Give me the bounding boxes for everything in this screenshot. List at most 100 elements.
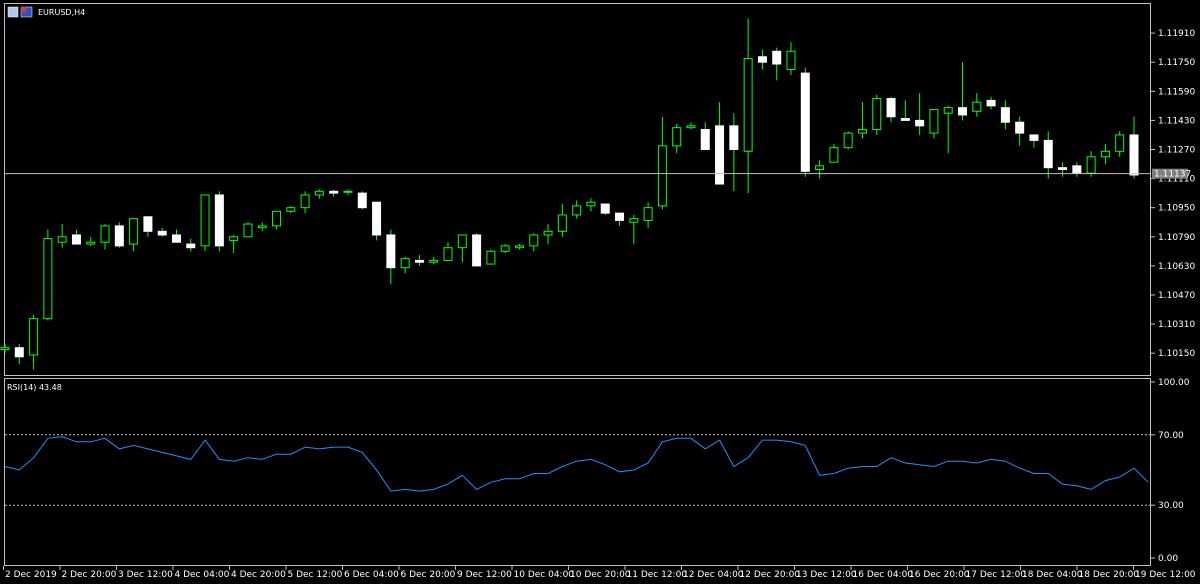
bullish-candle-body	[86, 241, 96, 245]
current-price-label: 1.11137	[1154, 170, 1191, 180]
bullish-candle-body	[586, 201, 596, 207]
bullish-candle-body	[514, 245, 524, 249]
price-tick-label: 1.10630	[1158, 262, 1195, 272]
bullish-candle-body	[486, 250, 496, 265]
bullish-candle-body	[100, 225, 110, 243]
bearish-candle-body	[214, 194, 224, 247]
bullish-candle-body	[272, 210, 282, 227]
time-tick-label: 10 Dec 20:00	[570, 570, 631, 580]
bullish-candle-body	[257, 225, 267, 229]
time-tick-label: 2 Dec 20:00	[62, 570, 117, 580]
bullish-candle-body	[557, 214, 567, 232]
bullish-candle-body	[429, 259, 439, 263]
candle	[114, 222, 124, 248]
candle	[843, 131, 853, 150]
bullish-candle-body	[286, 207, 296, 212]
price-tick-label: 1.10470	[1158, 291, 1195, 301]
bullish-candle-body	[400, 258, 410, 269]
bearish-candle-body	[1043, 139, 1053, 169]
chart-background	[0, 0, 1200, 584]
bullish-candle-body	[43, 238, 53, 320]
bullish-candle-body	[629, 218, 639, 223]
time-tick-label: 10 Dec 04:00	[514, 570, 575, 580]
bearish-candle-body	[329, 190, 339, 194]
time-tick-label: 5 Dec 12:00	[288, 570, 343, 580]
bearish-candle-body	[414, 259, 424, 263]
price-tick-label: 1.10950	[1158, 204, 1195, 214]
candle	[43, 229, 53, 321]
bullish-candle-body	[829, 147, 839, 163]
bullish-candle-body	[457, 234, 467, 249]
bullish-candle-body	[572, 205, 582, 216]
time-tick-label: 6 Dec 20:00	[401, 570, 456, 580]
time-tick-label: 4 Dec 20:00	[231, 570, 286, 580]
bearish-candle-body	[143, 216, 153, 232]
time-tick-label: 16 Dec 20:00	[909, 570, 970, 580]
time-tick-label: 12 Dec 20:00	[740, 570, 801, 580]
time-tick-label: 12 Dec 04:00	[683, 570, 744, 580]
bearish-candle-body	[1072, 165, 1082, 174]
bearish-candle-body	[157, 230, 167, 236]
time-tick-label: 18 Dec 20:00	[1079, 570, 1140, 580]
bullish-candle-body	[929, 108, 939, 134]
bullish-candle-body	[1115, 134, 1125, 152]
bullish-candle-body	[200, 194, 210, 247]
bullish-candle-body	[543, 230, 553, 236]
bearish-candle-body	[715, 125, 725, 185]
bearish-candle-body	[915, 119, 925, 127]
current-price-tag: 1.11137	[1152, 168, 1191, 180]
bullish-candle-body	[129, 218, 139, 245]
bearish-candle-body	[700, 128, 710, 150]
candle	[486, 249, 496, 265]
candle	[600, 203, 610, 215]
bearish-candle-body	[958, 107, 968, 116]
candle	[872, 94, 882, 135]
bearish-candle-body	[472, 234, 482, 267]
time-tick-label: 2 Dec 2019	[5, 570, 57, 580]
time-tick-label: 17 Dec 12:00	[966, 570, 1027, 580]
bullish-candle-body	[972, 101, 982, 112]
bearish-candle-body	[1015, 121, 1025, 134]
bullish-candle-body	[843, 132, 853, 149]
price-tick-label: 1.10310	[1158, 320, 1195, 330]
bearish-candle-body	[772, 50, 782, 65]
bullish-candle-body	[815, 165, 825, 170]
bullish-candle-body	[300, 194, 310, 209]
bullish-candle-body	[786, 50, 796, 70]
candle	[200, 194, 210, 252]
bearish-candle-body	[800, 72, 810, 172]
bearish-candle-body	[114, 225, 124, 247]
bearish-candle-body	[386, 234, 396, 269]
bearish-candle-body	[615, 212, 625, 221]
bearish-candle-body	[372, 201, 382, 236]
bearish-candle-body	[14, 347, 24, 358]
candle	[357, 191, 367, 210]
bearish-candle-body	[757, 56, 767, 63]
bullish-candle-body	[243, 223, 253, 238]
bearish-candle-body	[1029, 134, 1039, 141]
bearish-candle-body	[986, 99, 996, 107]
bullish-candle-body	[872, 98, 882, 130]
bullish-candle-body	[343, 190, 353, 193]
time-tick-label: 16 Dec 04:00	[853, 570, 914, 580]
time-tick-label: 13 Dec 12:00	[796, 570, 857, 580]
bullish-candle-body	[500, 245, 510, 252]
price-tick-label: 1.11910	[1158, 29, 1195, 39]
candle	[243, 222, 253, 238]
candle	[800, 67, 810, 177]
price-tick-label: 1.10790	[1158, 233, 1195, 243]
price-tick-label: 1.10150	[1158, 349, 1195, 359]
bearish-candle-body	[357, 192, 367, 209]
time-tick-label: 4 Dec 04:00	[175, 570, 230, 580]
price-tick-label: 1.11750	[1158, 58, 1195, 68]
bearish-candle-body	[186, 243, 196, 249]
bullish-candle-body	[314, 190, 324, 196]
bullish-candle-body	[1100, 150, 1110, 158]
rsi-tick-label: 70.00	[1158, 431, 1184, 441]
time-tick-label: 18 Dec 04:00	[1022, 570, 1083, 580]
bullish-candle-body	[657, 145, 667, 207]
trading-chart[interactable]: EURUSD,H4 1.11910 1.11750 1.11590 1.11430 1.…	[0, 0, 1200, 584]
bearish-candle-body	[1000, 107, 1010, 123]
bullish-candle-body	[1086, 156, 1096, 174]
bullish-candle-body	[643, 207, 653, 221]
